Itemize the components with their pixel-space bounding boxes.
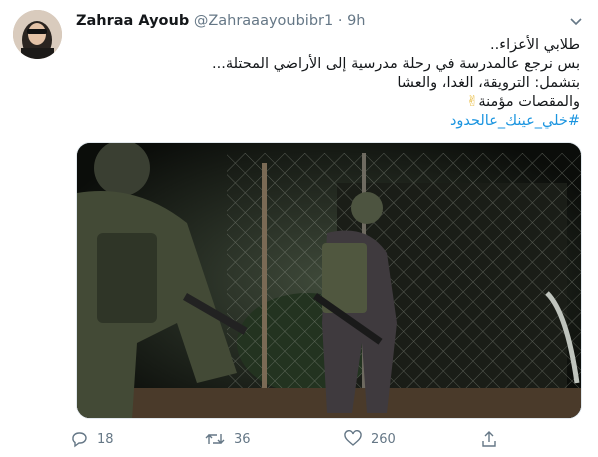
victory-hand-emoji: ✌ [466, 94, 479, 110]
tweet-text-line: بتشمل: الترويقة، الغدا، والعشا [397, 75, 580, 91]
like-button[interactable]: 260 [344, 426, 396, 452]
tweet-header: Zahraa Ayoub @Zahraaayoubibr1 · 9h [76, 13, 558, 33]
reply-count: 18 [97, 431, 114, 447]
tweet-text-segment: والمقصات مؤمنة [478, 94, 580, 110]
retweet-icon [205, 430, 225, 448]
tweet-photo[interactable] [76, 142, 582, 419]
share-button[interactable] [480, 426, 498, 452]
avatar[interactable] [13, 10, 62, 59]
retweet-count: 36 [234, 431, 251, 447]
retweet-button[interactable]: 36 [205, 426, 251, 452]
tweet-text-line: طلابي الأعزاء.. [490, 37, 580, 53]
separator-dot: · [337, 13, 343, 29]
tweet-actions: 18 36 260 [70, 426, 500, 452]
share-icon [480, 430, 498, 448]
avatar-image [13, 10, 62, 59]
like-count: 260 [371, 431, 396, 447]
chevron-down-icon[interactable] [567, 12, 585, 30]
timestamp[interactable]: 9h [347, 13, 365, 29]
reply-button[interactable]: 18 [70, 426, 114, 452]
tweet-text-line: بس نرجع عالمدرسة في رحلة مدرسية إلى الأر… [212, 56, 580, 72]
heart-icon [344, 430, 362, 448]
hashtag-link[interactable]: #خلي_عينك_عالحدود [76, 112, 580, 131]
tweet-text-line: والمقصات مؤمنة✌ [76, 93, 580, 112]
author-name[interactable]: Zahraa Ayoub [76, 13, 189, 29]
tweet-text: طلابي الأعزاء.. بس نرجع عالمدرسة في رحلة… [76, 36, 580, 131]
reply-icon [70, 430, 88, 448]
author-handle[interactable]: @Zahraaayoubibr1 [194, 13, 333, 29]
photo-soldiers-fence [77, 143, 581, 418]
